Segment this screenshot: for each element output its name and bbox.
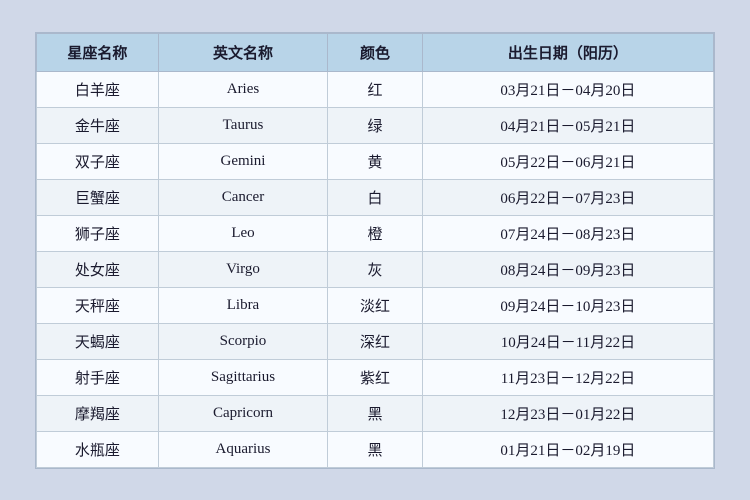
header-english-name: 英文名称 (158, 33, 327, 71)
cell-english-name: Scorpio (158, 323, 327, 359)
cell-english-name: Virgo (158, 251, 327, 287)
cell-chinese-name: 天秤座 (37, 287, 159, 323)
cell-english-name: Libra (158, 287, 327, 323)
cell-chinese-name: 天蝎座 (37, 323, 159, 359)
zodiac-table-container: 星座名称 英文名称 颜色 出生日期（阳历） 白羊座Aries红03月21日－04… (35, 32, 715, 469)
cell-color: 绿 (328, 107, 423, 143)
cell-chinese-name: 水瓶座 (37, 431, 159, 467)
table-row: 天蝎座Scorpio深红10月24日－11月22日 (37, 323, 714, 359)
cell-date: 06月22日－07月23日 (422, 179, 713, 215)
cell-english-name: Capricorn (158, 395, 327, 431)
cell-color: 灰 (328, 251, 423, 287)
cell-chinese-name: 白羊座 (37, 71, 159, 107)
cell-chinese-name: 双子座 (37, 143, 159, 179)
table-row: 处女座Virgo灰08月24日－09月23日 (37, 251, 714, 287)
cell-color: 红 (328, 71, 423, 107)
cell-date: 08月24日－09月23日 (422, 251, 713, 287)
cell-color: 黄 (328, 143, 423, 179)
cell-chinese-name: 射手座 (37, 359, 159, 395)
cell-date: 05月22日－06月21日 (422, 143, 713, 179)
cell-english-name: Aquarius (158, 431, 327, 467)
cell-date: 12月23日－01月22日 (422, 395, 713, 431)
table-row: 金牛座Taurus绿04月21日－05月21日 (37, 107, 714, 143)
table-row: 水瓶座Aquarius黑01月21日－02月19日 (37, 431, 714, 467)
cell-chinese-name: 处女座 (37, 251, 159, 287)
table-row: 摩羯座Capricorn黑12月23日－01月22日 (37, 395, 714, 431)
cell-color: 紫红 (328, 359, 423, 395)
cell-chinese-name: 金牛座 (37, 107, 159, 143)
cell-english-name: Aries (158, 71, 327, 107)
cell-color: 淡红 (328, 287, 423, 323)
cell-date: 04月21日－05月21日 (422, 107, 713, 143)
cell-color: 黑 (328, 395, 423, 431)
table-row: 狮子座Leo橙07月24日－08月23日 (37, 215, 714, 251)
table-row: 双子座Gemini黄05月22日－06月21日 (37, 143, 714, 179)
cell-color: 黑 (328, 431, 423, 467)
cell-color: 橙 (328, 215, 423, 251)
table-row: 白羊座Aries红03月21日－04月20日 (37, 71, 714, 107)
zodiac-table: 星座名称 英文名称 颜色 出生日期（阳历） 白羊座Aries红03月21日－04… (36, 33, 714, 468)
cell-chinese-name: 狮子座 (37, 215, 159, 251)
header-date: 出生日期（阳历） (422, 33, 713, 71)
cell-date: 01月21日－02月19日 (422, 431, 713, 467)
cell-english-name: Taurus (158, 107, 327, 143)
cell-chinese-name: 巨蟹座 (37, 179, 159, 215)
cell-date: 09月24日－10月23日 (422, 287, 713, 323)
cell-chinese-name: 摩羯座 (37, 395, 159, 431)
cell-date: 07月24日－08月23日 (422, 215, 713, 251)
table-body: 白羊座Aries红03月21日－04月20日金牛座Taurus绿04月21日－0… (37, 71, 714, 467)
table-row: 天秤座Libra淡红09月24日－10月23日 (37, 287, 714, 323)
table-row: 射手座Sagittarius紫红11月23日－12月22日 (37, 359, 714, 395)
cell-english-name: Sagittarius (158, 359, 327, 395)
header-color: 颜色 (328, 33, 423, 71)
cell-english-name: Leo (158, 215, 327, 251)
cell-color: 白 (328, 179, 423, 215)
cell-date: 03月21日－04月20日 (422, 71, 713, 107)
cell-english-name: Cancer (158, 179, 327, 215)
table-row: 巨蟹座Cancer白06月22日－07月23日 (37, 179, 714, 215)
header-chinese-name: 星座名称 (37, 33, 159, 71)
cell-date: 10月24日－11月22日 (422, 323, 713, 359)
cell-english-name: Gemini (158, 143, 327, 179)
table-header-row: 星座名称 英文名称 颜色 出生日期（阳历） (37, 33, 714, 71)
cell-date: 11月23日－12月22日 (422, 359, 713, 395)
cell-color: 深红 (328, 323, 423, 359)
